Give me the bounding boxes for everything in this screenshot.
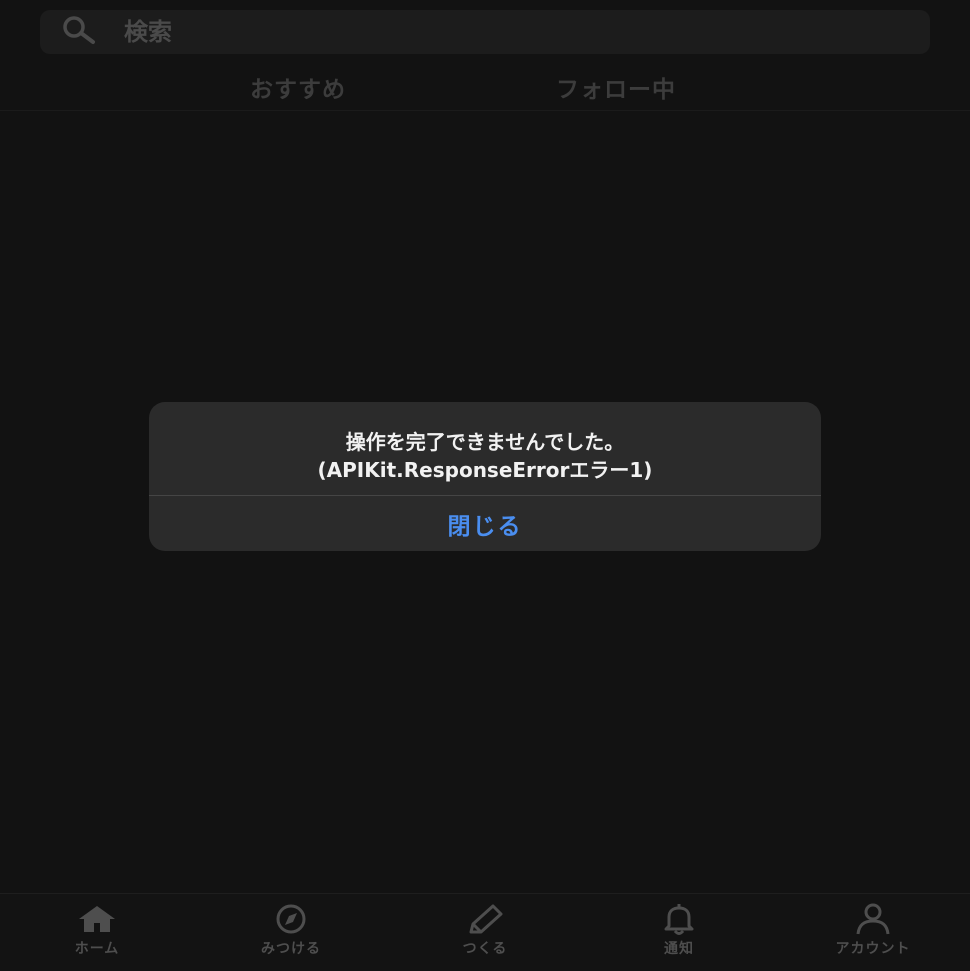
alert-message-line-1: 操作を完了できませんでした。 xyxy=(345,430,625,454)
nav-label-create: つくる xyxy=(462,941,508,957)
alert-message-line-2: (APIKit.ResponseErrorエラー1) xyxy=(317,458,653,482)
nav-label-account: アカウント xyxy=(835,941,911,957)
nav-item-account[interactable]: アカウント xyxy=(776,894,970,971)
nav-label-notifications: 通知 xyxy=(664,941,694,957)
bell-icon xyxy=(664,904,694,935)
nav-label-home: ホーム xyxy=(74,941,120,957)
person-icon xyxy=(856,903,890,935)
pencil-icon xyxy=(469,904,503,934)
nav-item-create[interactable]: つくる xyxy=(388,894,582,971)
compass-icon xyxy=(276,904,306,934)
nav-item-discover[interactable]: みつける xyxy=(194,894,388,971)
search-bar[interactable] xyxy=(40,10,930,54)
feed-tabs: おすすめ フォロー中 xyxy=(0,60,970,111)
search-input[interactable] xyxy=(122,17,906,47)
tab-recommended[interactable]: おすすめ xyxy=(250,70,346,104)
error-alert-dialog: 操作を完了できませんでした。 (APIKit.ResponseErrorエラー1… xyxy=(149,402,821,551)
nav-label-discover: みつける xyxy=(261,941,321,957)
alert-message: 操作を完了できませんでした。 (APIKit.ResponseErrorエラー1… xyxy=(149,428,821,484)
search-icon xyxy=(60,15,100,49)
close-button[interactable]: 閉じる xyxy=(149,496,821,551)
nav-item-notifications[interactable]: 通知 xyxy=(582,894,776,971)
nav-item-home[interactable]: ホーム xyxy=(0,894,194,971)
tab-following[interactable]: フォロー中 xyxy=(556,70,676,104)
home-icon xyxy=(79,906,115,932)
bottom-nav: ホーム みつける つくる 通知 アカウント xyxy=(0,893,970,971)
